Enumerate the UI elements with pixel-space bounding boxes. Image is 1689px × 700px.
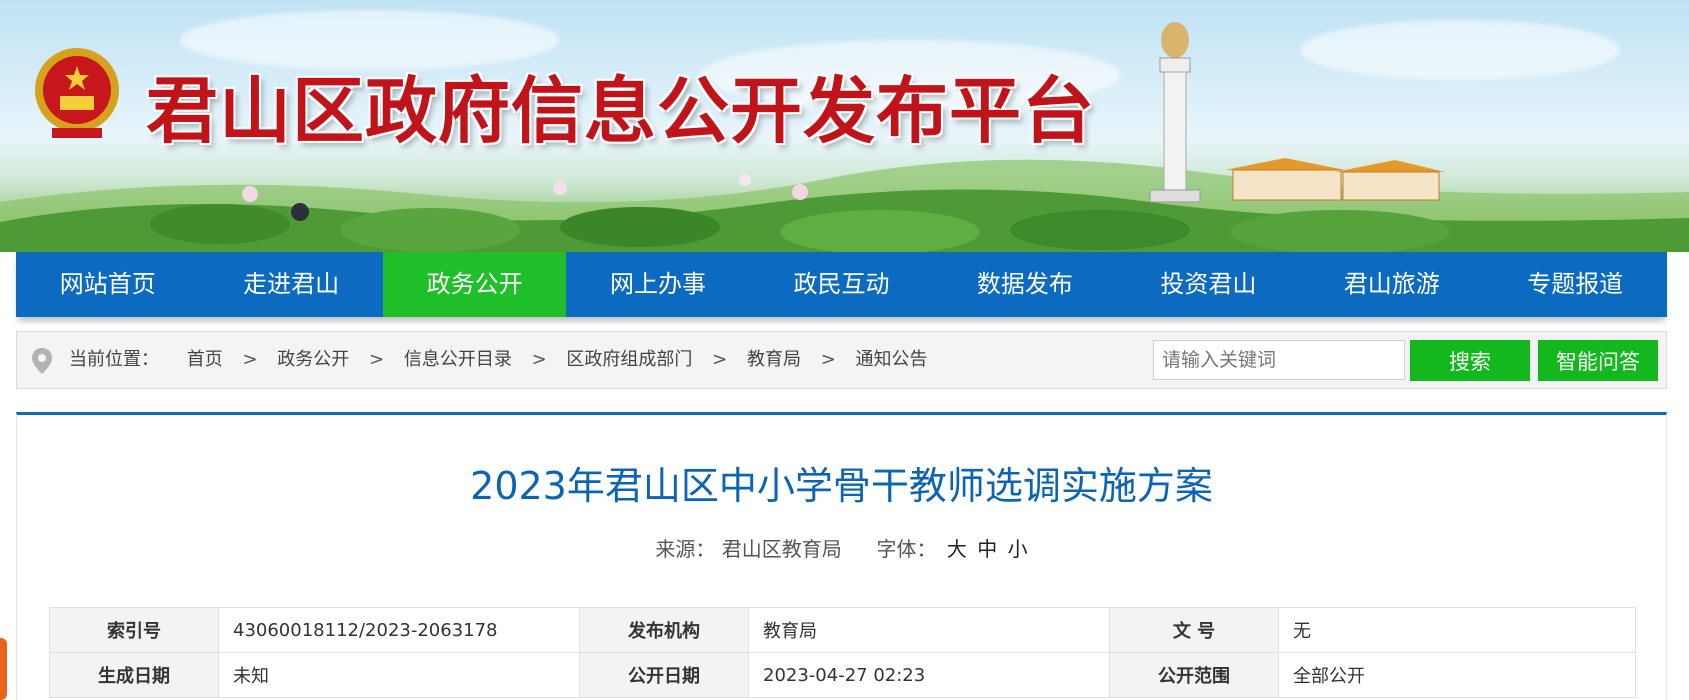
main-nav: 网站首页 走进君山 政务公开 网上办事 政民互动 数据发布 投资君山 君山旅游 …: [16, 252, 1667, 317]
info-value: 教育局: [748, 607, 1110, 653]
source-value: 君山区教育局: [721, 537, 842, 561]
font-size-large-button[interactable]: 大: [947, 537, 967, 561]
font-size-medium-button[interactable]: 中: [977, 537, 997, 561]
breadcrumb-separator: >: [531, 349, 547, 370]
breadcrumb-separator: >: [712, 349, 728, 370]
source-label: 来源：: [655, 537, 716, 561]
info-key: 文 号: [1109, 607, 1279, 653]
breadcrumb-lead: 当前位置：: [69, 349, 159, 370]
table-row: 生成日期 未知 公开日期 2023-04-27 02:23 公开范围 全部公开: [49, 652, 1636, 698]
info-value: 未知: [218, 652, 580, 698]
font-size-label: 字体：: [876, 537, 937, 561]
site-title: 君山区政府信息公开发布平台: [146, 68, 1096, 153]
breadcrumb-separator: >: [369, 349, 385, 370]
national-emblem-icon: [35, 48, 119, 138]
breadcrumb-link-gov-affairs[interactable]: 政务公开: [277, 349, 349, 370]
nav-item-home[interactable]: 网站首页: [16, 252, 199, 317]
tower-illustration: [1149, 22, 1201, 203]
breadcrumb-separator: >: [242, 349, 258, 370]
side-feedback-tab[interactable]: [0, 638, 7, 700]
cloud: [1300, 20, 1620, 80]
nav-item-special-reports[interactable]: 专题报道: [1484, 252, 1667, 317]
info-key: 公开日期: [579, 652, 749, 698]
document-info-table: 索引号 43060018112/2023-2063178 发布机构 教育局 文 …: [49, 607, 1636, 698]
table-row: 索引号 43060018112/2023-2063178 发布机构 教育局 文 …: [49, 607, 1636, 653]
info-key: 索引号: [49, 607, 219, 653]
location-pin-icon: [32, 348, 52, 374]
info-value: 43060018112/2023-2063178: [218, 607, 580, 653]
font-size-small-button[interactable]: 小: [1008, 537, 1028, 561]
breadcrumb-link-notices[interactable]: 通知公告: [856, 349, 928, 370]
info-value: 全部公开: [1278, 652, 1636, 698]
info-value: 无: [1278, 607, 1636, 653]
article-meta: 来源： 君山区教育局 字体： 大 中 小: [17, 533, 1666, 562]
nav-item-about[interactable]: 走进君山: [199, 252, 382, 317]
nav-item-online-services[interactable]: 网上办事: [566, 252, 749, 317]
nav-item-tourism[interactable]: 君山旅游: [1300, 252, 1483, 317]
breadcrumb-link-education-bureau[interactable]: 教育局: [747, 349, 801, 370]
breadcrumb-bar: 当前位置： 首页 > 政务公开 > 信息公开目录 > 区政府组成部门 > 教育局…: [16, 331, 1667, 389]
info-key: 生成日期: [49, 652, 219, 698]
breadcrumb-link-catalog[interactable]: 信息公开目录: [404, 349, 512, 370]
breadcrumb: 当前位置： 首页 > 政务公开 > 信息公开目录 > 区政府组成部门 > 教育局…: [69, 332, 928, 388]
info-key: 公开范围: [1109, 652, 1279, 698]
site-banner: 君山区政府信息公开发布平台: [0, 0, 1689, 252]
search-button[interactable]: 搜索: [1410, 340, 1530, 381]
smart-qa-button[interactable]: 智能问答: [1538, 340, 1658, 381]
pavilion-illustration: [1225, 158, 1445, 201]
breadcrumb-separator: >: [820, 349, 836, 370]
info-value: 2023-04-27 02:23: [748, 652, 1110, 698]
nav-item-data[interactable]: 数据发布: [933, 252, 1116, 317]
breadcrumb-link-departments[interactable]: 区政府组成部门: [566, 349, 692, 370]
search-input[interactable]: [1153, 340, 1405, 380]
nav-item-interaction[interactable]: 政民互动: [750, 252, 933, 317]
nav-item-gov-affairs[interactable]: 政务公开: [382, 252, 567, 317]
breadcrumb-link-home[interactable]: 首页: [187, 349, 223, 370]
article-panel: 2023年君山区中小学骨干教师选调实施方案 来源： 君山区教育局 字体： 大 中…: [16, 412, 1667, 700]
info-key: 发布机构: [579, 607, 749, 653]
article-title: 2023年君山区中小学骨干教师选调实施方案: [470, 464, 1213, 508]
nav-item-investment[interactable]: 投资君山: [1117, 252, 1300, 317]
